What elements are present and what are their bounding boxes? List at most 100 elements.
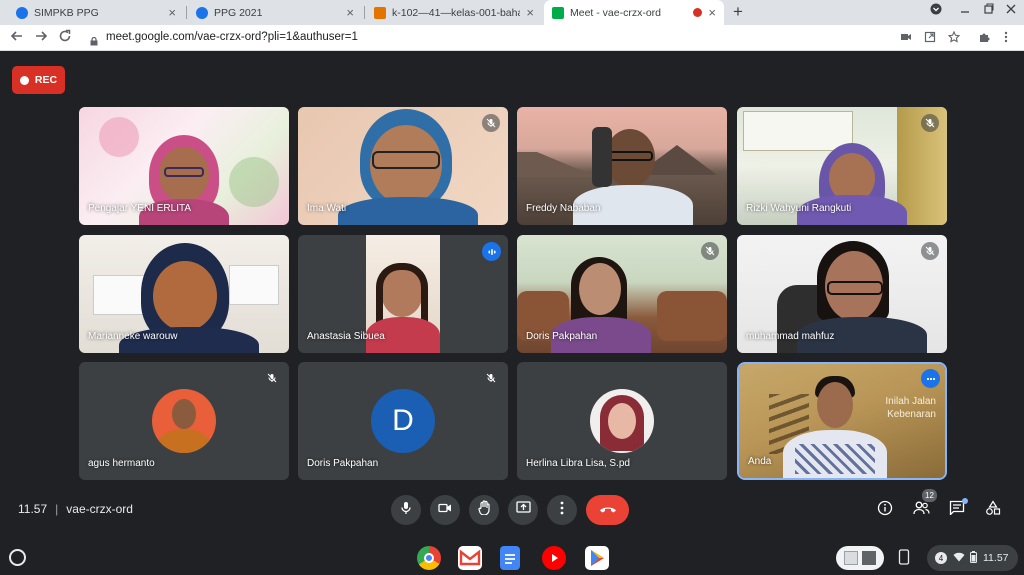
system-time: 11.57 — [983, 552, 1009, 564]
restore-icon[interactable] — [984, 3, 994, 18]
tab-simpkb[interactable]: SIMPKB PPG × — [8, 0, 184, 25]
close-tab-icon[interactable]: × — [168, 5, 176, 20]
meeting-code: vae-crzx-ord — [66, 502, 133, 516]
participant-tile[interactable]: agus hermanto — [79, 362, 289, 480]
participant-tile[interactable]: Ima Wati — [298, 107, 508, 225]
lock-icon[interactable] — [90, 33, 98, 46]
participant-tile[interactable]: muhammad mahfuz — [737, 235, 947, 353]
bookmark-star-icon[interactable] — [947, 30, 961, 46]
present-icon — [515, 501, 531, 519]
people-icon — [912, 501, 930, 520]
course-icon — [374, 6, 386, 19]
close-tab-icon[interactable]: × — [346, 5, 354, 20]
participant-avatar: D — [371, 389, 435, 453]
chrome-icon[interactable] — [417, 546, 441, 570]
present-screen-button[interactable] — [508, 495, 538, 525]
mic-off-icon — [921, 114, 939, 132]
globe-icon — [196, 6, 208, 19]
leave-call-button[interactable] — [586, 495, 629, 525]
participant-tile[interactable]: Herlina Libra Lisa, S.pd — [517, 362, 727, 480]
extensions-icon[interactable] — [978, 31, 990, 46]
participant-name: Pengajar YENI ERLITA — [88, 203, 192, 214]
more-options-icon[interactable] — [921, 369, 940, 388]
separator: | — [55, 502, 59, 516]
wifi-icon — [953, 552, 965, 565]
participant-name: Doris Pakpahan — [526, 331, 598, 342]
camera-icon — [438, 501, 452, 519]
camera-button[interactable] — [430, 495, 460, 525]
docs-icon[interactable] — [500, 546, 520, 570]
meeting-details-button[interactable] — [874, 499, 896, 521]
battery-icon — [970, 550, 977, 566]
camera-in-use-icon[interactable] — [900, 31, 912, 46]
browser-tab-strip: SIMPKB PPG × PPG 2021 × k-102—41—kelas-0… — [0, 0, 1024, 25]
overlay-line: Kebenaran — [887, 409, 936, 420]
participant-tile[interactable]: Anastasia Sibuea — [298, 235, 508, 353]
participant-name: muhammad mahfuz — [746, 331, 835, 342]
globe-icon — [16, 6, 28, 19]
end-call-icon — [599, 501, 617, 519]
participant-tile[interactable]: Doris Pakpahan — [517, 235, 727, 353]
participant-tile[interactable]: Marianneke warouw — [79, 235, 289, 353]
recording-label: REC — [34, 74, 58, 86]
chat-button[interactable] — [946, 498, 968, 521]
record-dot-icon — [19, 75, 29, 85]
participant-tile[interactable]: D Doris Pakpahan — [298, 362, 508, 480]
self-view-tile[interactable]: Inilah Jalan Kebenaran Anda — [737, 362, 947, 480]
notification-count: 4 — [935, 552, 947, 564]
close-tab-icon[interactable]: × — [708, 5, 716, 20]
tab-search-icon[interactable] — [930, 3, 942, 18]
self-overlay-text: Inilah Jalan Kebenaran — [866, 395, 936, 421]
recording-badge[interactable]: REC — [12, 66, 65, 94]
os-shelf: 4 11.57 — [0, 541, 1024, 575]
microphone-icon — [400, 501, 412, 520]
close-window-icon[interactable] — [1006, 3, 1016, 18]
menu-dots-icon[interactable] — [1004, 31, 1008, 46]
forward-icon[interactable] — [34, 29, 48, 48]
mic-off-icon — [482, 114, 500, 132]
more-options-button[interactable] — [547, 495, 577, 525]
participant-tile[interactable]: Freddy Nababan — [517, 107, 727, 225]
participant-avatar — [152, 389, 216, 453]
raise-hand-button[interactable] — [469, 495, 499, 525]
participant-name: Doris Pakpahan — [307, 458, 379, 469]
new-tab-button[interactable]: + — [733, 2, 743, 22]
holding-space-icon[interactable] — [836, 546, 884, 570]
address-input[interactable]: meet.google.com/vae-crzx-ord?pli=1&authu… — [106, 31, 358, 43]
tab-meet[interactable]: Meet - vae-crzx-ord × — [544, 0, 724, 25]
phone-hub-icon[interactable] — [898, 549, 910, 570]
participant-tile[interactable]: Rizki Wahyuni Rangkuti — [737, 107, 947, 225]
launcher-icon[interactable] — [9, 549, 26, 566]
microphone-button[interactable] — [391, 495, 421, 525]
meeting-time: 11.57 — [18, 502, 48, 516]
open-in-window-icon[interactable] — [924, 31, 936, 46]
browser-toolbar: meet.google.com/vae-crzx-ord?pli=1&authu… — [0, 25, 1024, 51]
participant-tile[interactable]: Pengajar YENI ERLITA — [79, 107, 289, 225]
meet-icon — [552, 6, 564, 19]
play-store-icon[interactable] — [585, 546, 609, 570]
gmail-icon[interactable] — [458, 546, 482, 570]
notification-dot-icon — [962, 498, 968, 504]
mic-off-icon — [482, 369, 500, 387]
tab-kelas[interactable]: k-102—41—kelas-001-bahasa-in × — [366, 0, 542, 25]
participant-name: Ima Wati — [307, 203, 347, 214]
participant-count-badge: 12 — [922, 489, 937, 502]
youtube-icon[interactable] — [542, 546, 566, 570]
activities-button[interactable] — [982, 499, 1004, 521]
tab-ppg[interactable]: PPG 2021 × — [188, 0, 362, 25]
mic-off-icon — [263, 369, 281, 387]
close-tab-icon[interactable]: × — [526, 5, 534, 20]
more-vert-icon — [560, 501, 564, 520]
participant-avatar — [590, 389, 654, 453]
system-tray[interactable]: 4 11.57 — [927, 545, 1018, 571]
hand-icon — [477, 500, 491, 520]
participants-button[interactable] — [910, 499, 932, 521]
back-icon[interactable] — [10, 29, 24, 48]
minimize-icon[interactable] — [960, 3, 970, 18]
tab-divider — [364, 6, 365, 19]
participant-name: Anda — [748, 456, 772, 467]
participant-name: agus hermanto — [88, 458, 155, 469]
tab-title: SIMPKB PPG — [34, 6, 99, 19]
reload-icon[interactable] — [58, 29, 72, 48]
participant-name: Anastasia Sibuea — [307, 331, 385, 342]
